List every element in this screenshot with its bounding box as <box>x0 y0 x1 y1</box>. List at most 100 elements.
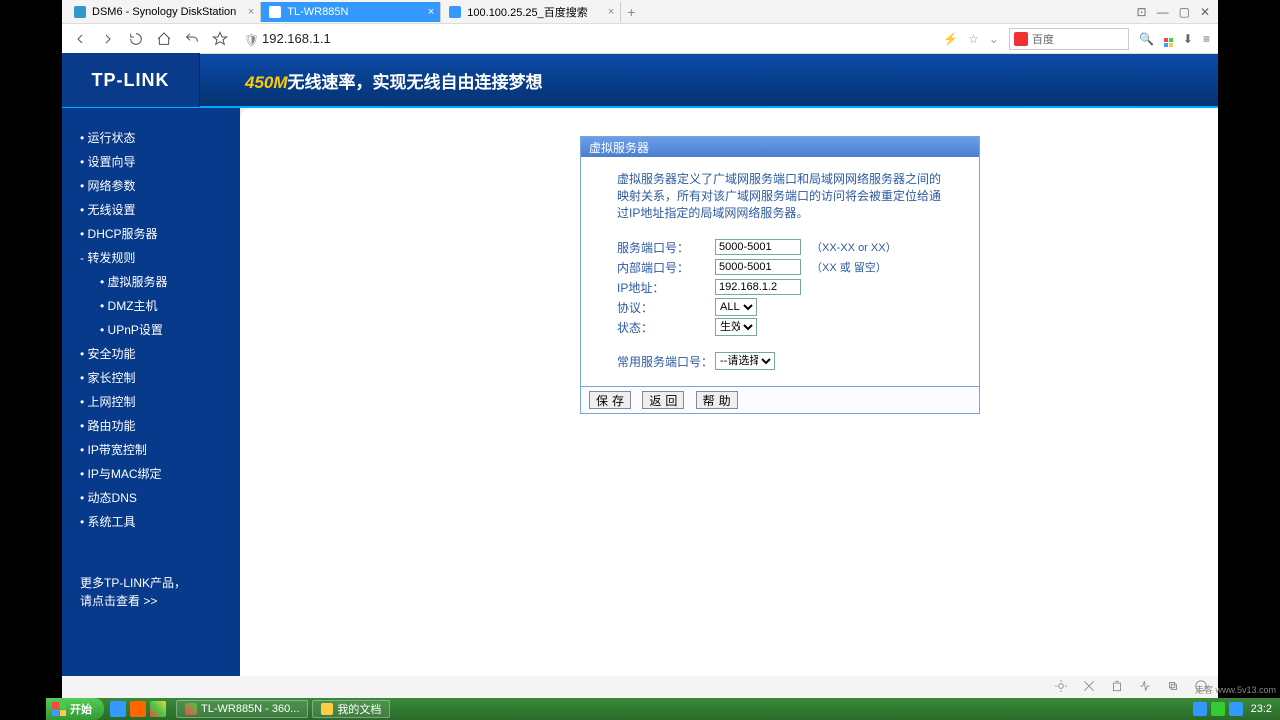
tab-close-icon[interactable]: × <box>608 6 614 18</box>
tab-favicon <box>74 6 86 18</box>
menu-routing[interactable]: • 路由功能 <box>80 414 240 438</box>
menu-parental[interactable]: • 家长控制 <box>80 366 240 390</box>
back-button[interactable]: 返回 <box>642 391 684 409</box>
home-button[interactable] <box>154 29 174 49</box>
virtual-server-panel: 虚拟服务器 虚拟服务器定义了广域网服务端口和局域网网络服务器之间的映射关系，所有… <box>580 136 980 414</box>
window-close-icon[interactable]: ✕ <box>1200 5 1210 19</box>
back-button[interactable] <box>70 29 90 49</box>
watermark: 走客 www.5v13.com <box>1195 683 1276 696</box>
menu-ipmac[interactable]: • IP与MAC绑定 <box>80 462 240 486</box>
address-row: 🛡 192.168.1.1 ⚡ ☆ ⌄ 百度 🔍 ⬇ ≡ <box>62 24 1218 54</box>
quick-launch <box>104 701 172 717</box>
menu-wireless[interactable]: • 无线设置 <box>80 198 240 222</box>
sidebar: • 运行状态 • 设置向导 • 网络参数 • 无线设置 • DHCP服务器 - … <box>62 108 240 676</box>
tray-icon[interactable] <box>1211 702 1225 716</box>
baidu-icon <box>1014 32 1028 46</box>
tray-icon[interactable] <box>1193 702 1207 716</box>
window-minimize-icon[interactable]: — <box>1157 5 1169 19</box>
slogan: 450M无线速率，实现无线自由连接梦想 <box>200 68 1218 93</box>
browser-status-bar <box>62 676 1218 698</box>
router-header: TP-LINK 450M无线速率，实现无线自由连接梦想 <box>62 54 1218 108</box>
tray-icon[interactable] <box>1229 702 1243 716</box>
tab-title: DSM6 - Synology DiskStation <box>92 6 236 18</box>
search-icon[interactable]: 🔍 <box>1139 32 1154 46</box>
browser-tab-2[interactable]: 100.100.25.25_百度搜索 × <box>441 2 621 22</box>
tab-favicon <box>269 6 281 18</box>
input-internal-port[interactable] <box>715 259 801 275</box>
menu-network[interactable]: • 网络参数 <box>80 174 240 198</box>
label-common: 常用服务端口号： <box>617 353 715 370</box>
tool-icon-3[interactable] <box>1110 679 1124 696</box>
system-tray: 23:2 <box>1193 702 1280 716</box>
ie-icon[interactable] <box>110 701 126 717</box>
select-protocol[interactable]: ALL <box>715 298 757 316</box>
tool-icon-2[interactable] <box>1082 679 1096 696</box>
tab-title: 100.100.25.25_百度搜索 <box>467 4 587 20</box>
input-ip[interactable] <box>715 279 801 295</box>
menu-tools[interactable]: • 系统工具 <box>80 510 240 534</box>
label-service-port: 服务端口号： <box>617 239 715 256</box>
chrome-icon[interactable] <box>150 701 166 717</box>
tab-close-icon[interactable]: × <box>248 6 254 18</box>
menu-dmz[interactable]: • DMZ主机 <box>80 294 240 318</box>
dropdown-icon[interactable]: ⌄ <box>989 32 999 46</box>
download-icon[interactable]: ⬇ <box>1183 32 1193 46</box>
taskbar-task-1[interactable]: 我的文档 <box>312 700 390 718</box>
help-button[interactable]: 帮助 <box>696 391 738 409</box>
tab-title: TL-WR885N <box>287 6 348 18</box>
panel-description: 虚拟服务器定义了广域网服务端口和局域网网络服务器之间的映射关系，所有对该广域网服… <box>617 171 943 222</box>
firefox-icon[interactable] <box>130 701 146 717</box>
select-status[interactable]: 生效 <box>715 318 757 336</box>
label-internal-port: 内部端口号： <box>617 259 715 276</box>
menu-forwarding[interactable]: - 转发规则 <box>80 246 240 270</box>
menu-access[interactable]: • 上网控制 <box>80 390 240 414</box>
menu-wizard[interactable]: • 设置向导 <box>80 150 240 174</box>
menu-virtual-server[interactable]: • 虚拟服务器 <box>80 270 240 294</box>
tab-favicon <box>449 6 461 18</box>
url-text: 192.168.1.1 <box>262 31 331 46</box>
address-bar[interactable]: 🛡 192.168.1.1 <box>238 28 935 50</box>
browser-tab-0[interactable]: DSM6 - Synology DiskStation × <box>66 2 261 22</box>
browser-tab-1[interactable]: TL-WR885N × <box>261 2 441 22</box>
search-placeholder: 百度 <box>1032 31 1054 47</box>
search-box[interactable]: 百度 <box>1009 28 1129 50</box>
browser-window: DSM6 - Synology DiskStation × TL-WR885N … <box>62 0 1218 698</box>
clock: 23:2 <box>1251 703 1272 715</box>
reload-button[interactable] <box>126 29 146 49</box>
apps-icon[interactable] <box>1164 31 1173 47</box>
window-maximize-icon[interactable]: ▢ <box>1179 5 1190 19</box>
content: 虚拟服务器 虚拟服务器定义了广域网服务端口和局域网网络服务器之间的映射关系，所有… <box>240 108 1218 676</box>
menu-security[interactable]: • 安全功能 <box>80 342 240 366</box>
taskbar-task-0[interactable]: TL-WR885N - 360... <box>176 700 308 718</box>
forward-button[interactable] <box>98 29 118 49</box>
star-icon[interactable]: ☆ <box>968 32 979 46</box>
folder-icon <box>321 703 333 715</box>
flash-icon[interactable]: ⚡ <box>943 32 958 46</box>
input-service-port[interactable] <box>715 239 801 255</box>
undo-button[interactable] <box>182 29 202 49</box>
panel-footer: 保存 返回 帮助 <box>581 386 979 413</box>
browser-tabs: DSM6 - Synology DiskStation × TL-WR885N … <box>62 0 1218 24</box>
menu-ddns[interactable]: • 动态DNS <box>80 486 240 510</box>
new-tab-button[interactable]: + <box>621 2 641 22</box>
tool-icon-5[interactable] <box>1166 679 1180 696</box>
menu-upnp[interactable]: • UPnP设置 <box>80 318 240 342</box>
task-icon <box>185 703 197 715</box>
save-button[interactable]: 保存 <box>589 391 631 409</box>
tool-icon-1[interactable] <box>1054 679 1068 696</box>
menu-icon[interactable]: ≡ <box>1203 32 1210 46</box>
window-screenshot-icon[interactable]: ⊡ <box>1137 5 1147 19</box>
menu-status[interactable]: • 运行状态 <box>80 126 240 150</box>
start-button[interactable]: 开始 <box>46 698 104 720</box>
label-status: 状态： <box>617 319 715 336</box>
menu-bandwidth[interactable]: • IP带宽控制 <box>80 438 240 462</box>
label-ip: IP地址： <box>617 279 715 296</box>
select-common-port[interactable]: --请选择-- <box>715 352 775 370</box>
hint-internal-port: （XX 或 留空） <box>811 259 887 275</box>
more-products[interactable]: 更多TP-LINK产品， 请点击查看 >> <box>80 574 240 610</box>
tab-close-icon[interactable]: × <box>428 6 434 18</box>
favorite-button[interactable] <box>210 29 230 49</box>
menu-dhcp[interactable]: • DHCP服务器 <box>80 222 240 246</box>
windows-taskbar: 开始 TL-WR885N - 360... 我的文档 23:2 <box>46 698 1280 720</box>
tool-icon-4[interactable] <box>1138 679 1152 696</box>
